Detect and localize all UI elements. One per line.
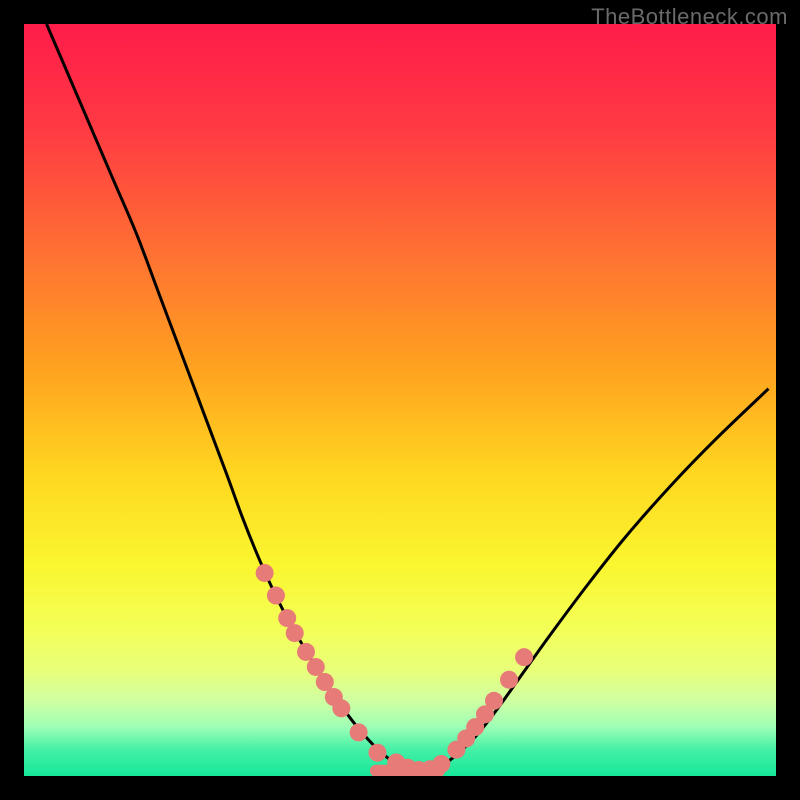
data-marker	[368, 744, 386, 762]
data-marker	[515, 648, 533, 666]
data-marker	[286, 624, 304, 642]
data-marker	[297, 643, 315, 661]
data-marker	[485, 692, 503, 710]
watermark-text: TheBottleneck.com	[591, 4, 788, 30]
data-marker	[332, 699, 350, 717]
chart-plot-area	[24, 24, 776, 776]
data-marker	[350, 723, 368, 741]
data-marker	[256, 564, 274, 582]
gradient-background	[24, 24, 776, 776]
data-marker	[316, 673, 334, 691]
data-marker	[267, 587, 285, 605]
data-marker	[500, 671, 518, 689]
chart-svg	[24, 24, 776, 776]
optimal-range-bar	[370, 765, 445, 776]
data-marker	[307, 658, 325, 676]
